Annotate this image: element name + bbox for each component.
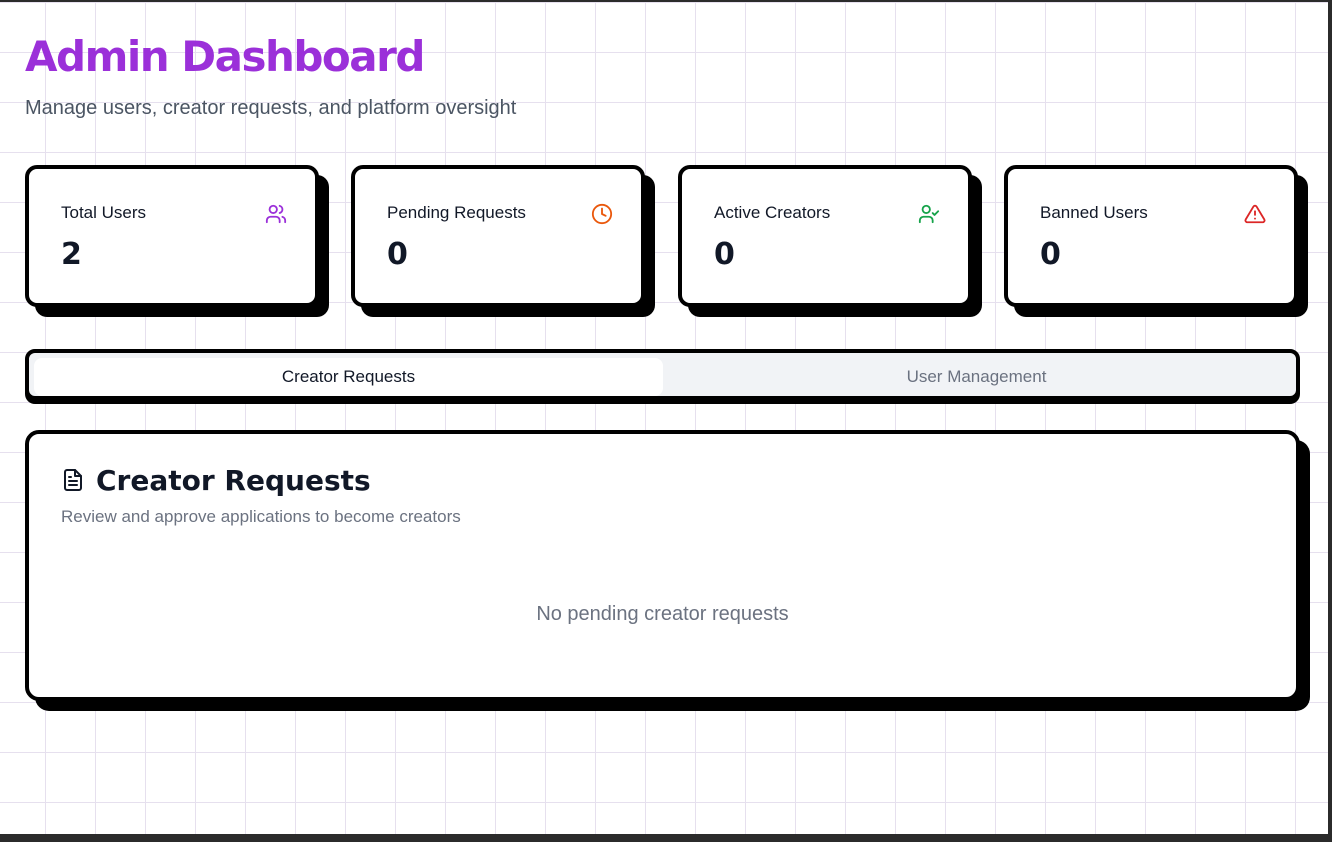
tab-user-management[interactable]: User Management	[662, 358, 1291, 396]
file-text-icon	[64, 469, 82, 491]
page-subtitle: Manage users, creator requests, and plat…	[25, 97, 517, 119]
stat-label: Pending Requests	[387, 203, 526, 222]
stat-value: 0	[1040, 237, 1061, 272]
clock-icon	[591, 203, 613, 225]
stat-value: 0	[387, 237, 408, 272]
stat-label: Active Creators	[714, 203, 831, 222]
page-title: Admin Dashboard	[25, 32, 425, 81]
users-icon	[265, 204, 287, 224]
panel-subtitle: Review and approve applications to becom…	[61, 507, 461, 526]
panel-title: Creator Requests	[96, 464, 371, 497]
stat-card-banned-users: Banned Users 0	[1004, 165, 1298, 307]
empty-state-message: No pending creator requests	[536, 603, 789, 625]
app-window: Admin Dashboard Manage users, creator re…	[0, 0, 1332, 842]
user-check-icon	[918, 204, 940, 224]
stat-card-active-creators: Active Creators 0	[678, 165, 972, 307]
tab-list: Creator Requests User Management	[25, 349, 1300, 400]
stat-value: 0	[714, 237, 735, 272]
stat-card-pending-requests: Pending Requests 0	[351, 165, 645, 307]
stat-label: Banned Users	[1040, 203, 1148, 222]
creator-requests-panel: Creator Requests Review and approve appl…	[25, 430, 1300, 701]
stat-value: 2	[61, 237, 82, 272]
stat-card-total-users: Total Users 2	[25, 165, 319, 307]
tab-creator-requests[interactable]: Creator Requests	[34, 358, 663, 396]
alert-triangle-icon	[1244, 204, 1266, 224]
stat-label: Total Users	[61, 203, 147, 222]
